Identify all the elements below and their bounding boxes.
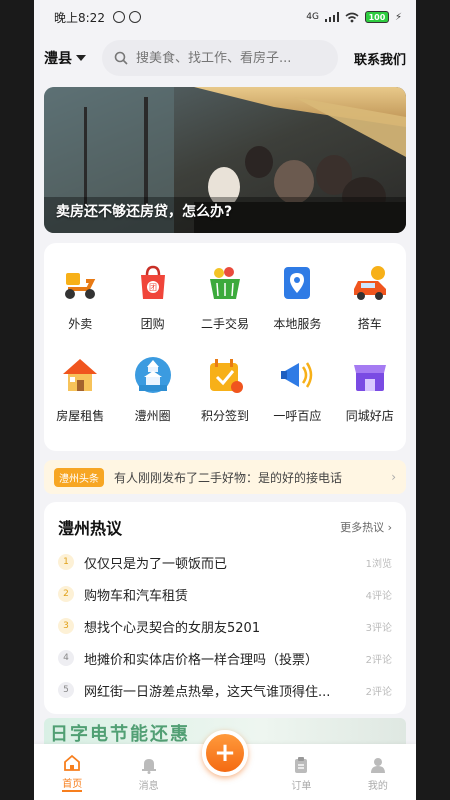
hot-topics-card: 澧州热议 更多热议 › 1 仅仅只是为了一顿饭而已 1浏览 2 购物车和汽车租赁… [44,502,406,714]
topic-title: 想找个心灵契合的女朋友5201 [84,620,261,636]
battery-icon: 100 [364,11,389,23]
tab-label: 订单 [291,781,312,792]
tab-orders[interactable]: 订单 [263,755,339,792]
ad-text: 日字电节能还惠 [50,724,190,745]
banner-caption: 卖房还不够还房贷，怎么办? [56,204,233,220]
service-label: 同城好店 [345,409,394,423]
tab-label: 消息 [138,781,159,792]
topic-stat: 2评论 [365,686,392,698]
topic-title: 购物车和汽车租赁 [84,588,189,604]
hot-topics-header: 澧州热议 更多热议 › [58,514,392,540]
status-bar: 晚上8:22 4G 100 ⚡ [34,0,416,34]
services-grid: 外卖 团 团购 二手交易 本地服务 搭车 房屋租售 澧州圈 积分签到 一呼百应 … [44,243,406,445]
promo-banner[interactable]: 卖房还不够还房贷，怎么办? [44,87,406,233]
topic-stat: 1浏览 [365,558,392,570]
tab-label: 我的 [367,781,388,792]
service-label: 一呼百应 [273,409,322,423]
service-label: 二手交易 [200,317,249,331]
more-topics-link[interactable]: 更多热议 › [340,519,392,535]
search-input[interactable] [136,50,326,66]
service-label: 澧州圈 [134,409,171,423]
signal-icon [324,12,339,22]
rank-badge: 1 [58,554,74,570]
service-group-buy[interactable]: 团 团购 [116,261,188,353]
topic-stat: 4评论 [365,590,392,602]
publish-button[interactable]: + [202,730,248,776]
scooter-icon [58,261,102,305]
more-topics-label: 更多热议 [340,521,385,534]
clipboard-icon [291,755,311,775]
service-label: 搭车 [357,317,382,331]
topic-title: 网红街一日游差点热晕，这天气谁顶得住... [84,684,331,700]
storefront-icon [348,353,392,397]
news-ticker[interactable]: 澧州头条 有人刚刚发布了二手好物：是的好的接电话 › [44,460,406,494]
service-lizhou-circle[interactable]: 澧州圈 [116,353,188,445]
topic-stat: 2评论 [365,654,392,666]
contact-us-button[interactable]: 联系我们 [354,49,406,68]
service-takeout[interactable]: 外卖 [44,261,116,353]
basket-icon [203,261,247,305]
ticker-tag: 澧州头条 [54,467,104,487]
tab-messages[interactable]: 消息 [110,755,186,792]
calendar-check-icon [203,353,247,397]
status-notification-icons [112,11,141,23]
hot-topic-item[interactable]: 3 想找个心灵契合的女朋友5201 3评论 [58,610,392,642]
hot-topic-item[interactable]: 2 购物车和汽车租赁 4评论 [58,578,392,610]
shopping-bag-icon: 团 [131,261,175,305]
car-icon [348,261,392,305]
chevron-right-icon: › [391,470,396,484]
service-local[interactable]: 本地服务 [261,261,333,353]
service-label: 房屋租售 [56,409,105,423]
city-selector[interactable]: 澧县 [44,48,102,68]
topic-title: 地摊价和实体店价格一样合理吗（投票） [84,652,319,668]
tab-label: 首页 [62,775,83,792]
topic-stat: 3评论 [365,622,392,634]
service-local-stores[interactable]: 同城好店 [334,353,406,445]
service-check-in[interactable]: 积分签到 [189,353,261,445]
bell-icon [139,755,159,775]
search-icon [114,51,128,65]
notification-icon [128,11,141,23]
status-time: 晚上8:22 [54,10,105,25]
svg-text:团: 团 [149,283,157,292]
hot-topics-title: 澧州热议 [58,519,123,538]
tab-profile[interactable]: 我的 [340,755,416,792]
hot-topic-item[interactable]: 1 仅仅只是为了一顿饭而已 1浏览 [58,546,392,578]
service-second-hand[interactable]: 二手交易 [189,261,261,353]
city-label: 澧县 [44,51,72,67]
location-pin-icon [275,261,319,305]
app-screen: 晚上8:22 4G 100 ⚡ 澧县 联系我们 [34,0,416,800]
status-right: 4G 100 ⚡ [306,11,402,23]
network-label: 4G [306,12,319,22]
top-header: 澧县 联系我们 [34,38,416,78]
megaphone-icon [275,353,319,397]
hot-topic-item[interactable]: 4 地摊价和实体店价格一样合理吗（投票） 2评论 [58,642,392,674]
hot-topics-list: 1 仅仅只是为了一顿饭而已 1浏览 2 购物车和汽车租赁 4评论 3 想找个心灵… [58,546,392,706]
rank-badge: 3 [58,618,74,634]
rank-badge: 4 [58,650,74,666]
rank-badge: 2 [58,586,74,602]
tab-home[interactable]: 首页 [34,753,110,792]
hot-topic-item[interactable]: 5 网红街一日游差点热晕，这天气谁顶得住... 2评论 [58,674,392,706]
service-label: 本地服务 [273,317,322,331]
home-icon [62,753,82,773]
rank-badge: 5 [58,682,74,698]
person-icon [368,755,388,775]
pagoda-icon [131,353,175,397]
topic-title: 仅仅只是为了一顿饭而已 [84,556,228,572]
house-icon [58,353,102,397]
service-label: 外卖 [68,317,93,331]
service-label: 团购 [140,317,165,331]
chevron-down-icon [76,55,86,61]
wifi-icon [345,12,359,22]
charging-icon: ⚡ [394,11,402,23]
notification-icon [112,11,125,23]
ticker-text: 有人刚刚发布了二手好物：是的好的接电话 [114,470,343,485]
service-megaphone[interactable]: 一呼百应 [261,353,333,445]
search-bar[interactable] [102,40,338,76]
service-carpool[interactable]: 搭车 [334,261,406,353]
services-card: 外卖 团 团购 二手交易 本地服务 搭车 房屋租售 澧州圈 积分签到 一呼百应 … [44,243,406,451]
service-label: 积分签到 [200,409,249,423]
service-housing[interactable]: 房屋租售 [44,353,116,445]
